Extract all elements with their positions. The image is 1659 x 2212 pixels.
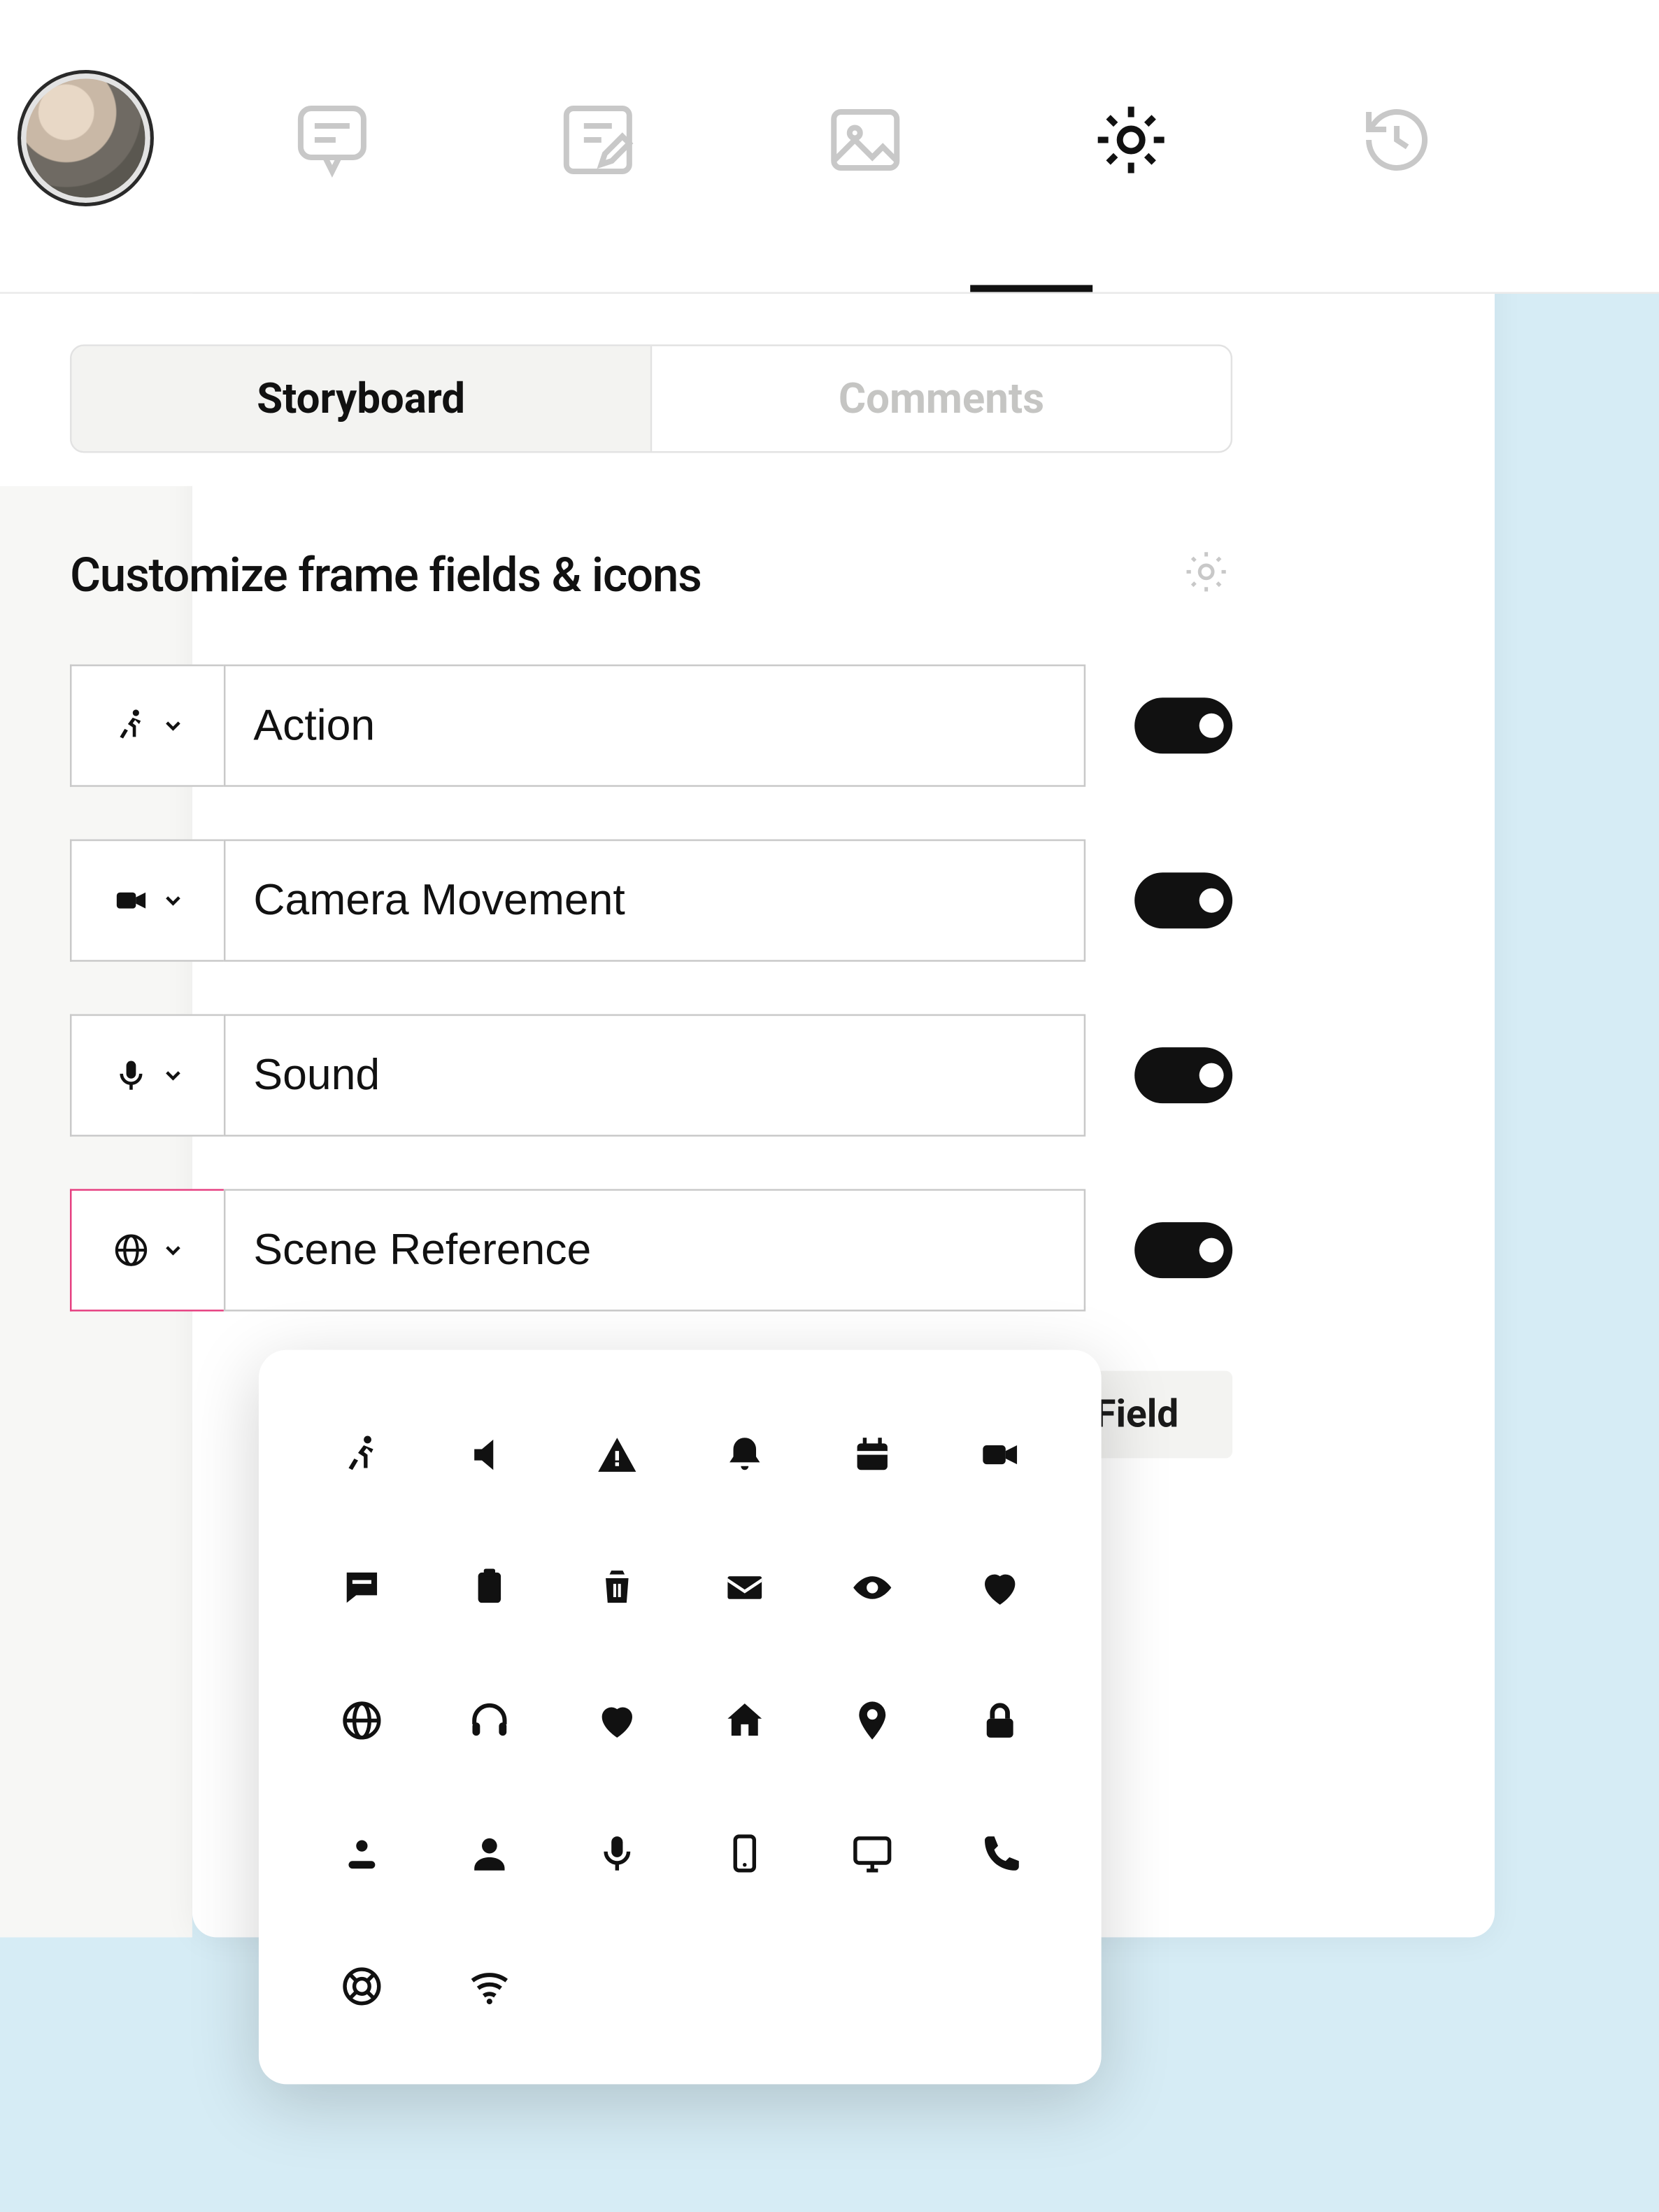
chevron-down-icon [160, 714, 185, 738]
avatar[interactable] [17, 70, 154, 206]
chat-icon[interactable] [280, 87, 385, 192]
tab-label: Storyboard [257, 374, 465, 423]
user-solid-icon[interactable] [448, 1813, 529, 1894]
edit-icon[interactable] [546, 87, 650, 192]
phone-icon[interactable] [959, 1813, 1039, 1894]
warning-icon[interactable] [576, 1415, 657, 1495]
gear-icon[interactable] [1078, 87, 1183, 192]
field-list [70, 665, 1232, 1312]
section-header: Customize frame fields & icons [70, 546, 1232, 605]
field-row [70, 665, 1232, 787]
heart-icon[interactable] [576, 1680, 657, 1761]
running-icon [111, 707, 150, 745]
lock-icon[interactable] [959, 1680, 1039, 1761]
microphone-icon[interactable] [576, 1813, 657, 1894]
trash-icon[interactable] [576, 1547, 657, 1628]
field-row [70, 1014, 1232, 1137]
calendar-icon[interactable] [831, 1415, 911, 1495]
clipboard-icon[interactable] [448, 1547, 529, 1628]
envelope-icon[interactable] [704, 1547, 784, 1628]
bell-icon[interactable] [704, 1415, 784, 1495]
location-icon[interactable] [831, 1680, 911, 1761]
field-icon-selector[interactable] [70, 665, 224, 787]
field-toggle[interactable] [1134, 1222, 1232, 1278]
video-icon[interactable] [959, 1415, 1039, 1495]
top-toolbar [0, 0, 1659, 294]
running-icon[interactable] [321, 1415, 401, 1495]
wifi-icon[interactable] [448, 1946, 529, 2027]
volume-icon[interactable] [448, 1415, 529, 1495]
history-icon[interactable] [1344, 87, 1449, 192]
field-row [70, 839, 1232, 962]
image-icon[interactable] [812, 87, 917, 192]
message-icon[interactable] [321, 1547, 401, 1628]
field-label-input[interactable] [224, 1189, 1085, 1312]
monitor-icon[interactable] [831, 1813, 911, 1894]
chevron-down-icon [160, 1063, 185, 1088]
field-label-input[interactable] [224, 1014, 1085, 1137]
field-toggle[interactable] [1134, 697, 1232, 753]
tab-comments[interactable]: Comments [652, 346, 1230, 451]
icon-picker [259, 1350, 1102, 2085]
video-icon [111, 881, 150, 920]
globe-icon [111, 1231, 150, 1270]
field-label-input[interactable] [224, 665, 1085, 787]
tab-storyboard[interactable]: Storyboard [71, 346, 652, 451]
section-settings-button[interactable] [1180, 546, 1232, 605]
home-icon[interactable] [704, 1680, 784, 1761]
eye-icon[interactable] [831, 1547, 911, 1628]
microphone-icon [111, 1056, 150, 1095]
user-icon[interactable] [321, 1813, 401, 1894]
heart-solid-icon[interactable] [959, 1547, 1039, 1628]
field-row [70, 1189, 1232, 1312]
globe-icon[interactable] [321, 1680, 401, 1761]
field-icon-selector[interactable] [70, 1189, 224, 1312]
field-icon-selector[interactable] [70, 1014, 224, 1137]
headphones-icon[interactable] [448, 1680, 529, 1761]
chevron-down-icon [160, 1238, 185, 1263]
mobile-icon[interactable] [704, 1813, 784, 1894]
field-label-input[interactable] [224, 839, 1085, 962]
section-title: Customize frame fields & icons [70, 547, 702, 603]
field-toggle[interactable] [1134, 872, 1232, 928]
lifebuoy-icon[interactable] [321, 1946, 401, 2027]
tab-bar: Storyboard Comments [70, 344, 1232, 453]
tab-label: Comments [839, 374, 1044, 423]
field-icon-selector[interactable] [70, 839, 224, 962]
chevron-down-icon [160, 888, 185, 913]
active-tab-indicator [970, 285, 1092, 292]
field-toggle[interactable] [1134, 1047, 1232, 1103]
